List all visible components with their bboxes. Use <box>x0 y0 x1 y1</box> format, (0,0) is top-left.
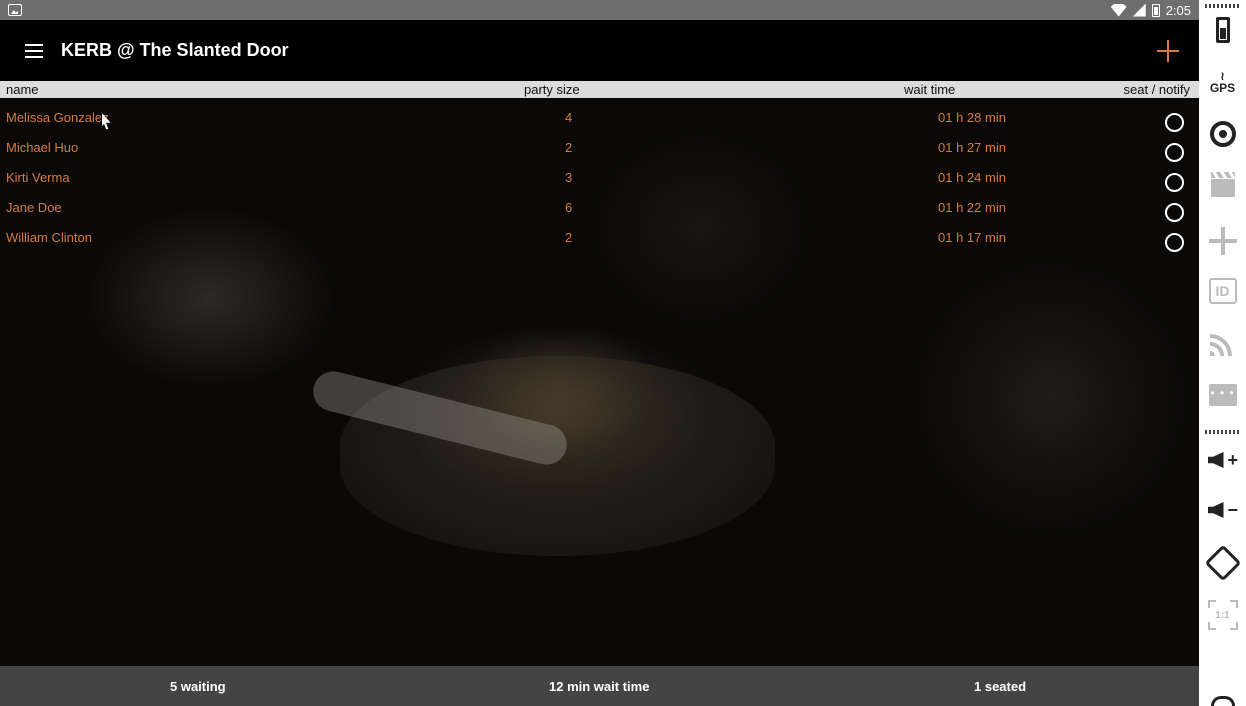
battery-tool-button[interactable] <box>1199 12 1246 48</box>
volume-down-button[interactable]: − <box>1199 494 1246 526</box>
emulator-toolbar: ≀ GPS ID + − 1:1 <box>1199 0 1246 706</box>
status-bar: 2:05 <box>0 0 1199 20</box>
table-row[interactable]: Melissa Gonzalez 4 01 h 28 min <box>0 102 1199 132</box>
guest-name: Kirti Verma <box>6 170 70 185</box>
id-icon: ID <box>1208 278 1237 304</box>
status-time: 2:05 <box>1165 2 1191 18</box>
menu-icon[interactable] <box>25 43 43 58</box>
gps-tool-button[interactable]: ≀ GPS <box>1199 66 1246 98</box>
seat-notify-radio[interactable] <box>1165 203 1184 222</box>
dpad-tool-button[interactable] <box>1199 224 1246 258</box>
add-icon[interactable] <box>1157 40 1179 62</box>
waiting-count: 5 waiting <box>170 678 226 694</box>
table-header: name party size wait time seat / notify <box>0 81 1199 98</box>
header-party-size: party size <box>524 82 580 97</box>
party-size: 3 <box>565 170 573 185</box>
battery-icon <box>1215 17 1230 43</box>
table-row[interactable]: Kirti Verma 3 01 h 24 min <box>0 162 1199 192</box>
app-title: KERB @ The Slanted Door <box>61 40 289 60</box>
back-button[interactable] <box>1199 692 1246 706</box>
wait-time: 01 h 27 min <box>938 140 1006 155</box>
back-icon <box>1210 696 1235 706</box>
wifi-icon <box>1110 3 1127 17</box>
clapperboard-icon <box>1210 172 1235 197</box>
party-size: 4 <box>565 110 573 125</box>
rss-icon <box>1209 330 1236 356</box>
average-wait-time: 12 min wait time <box>549 678 650 694</box>
seat-notify-radio[interactable] <box>1165 233 1184 252</box>
wait-time: 01 h 17 min <box>938 230 1006 245</box>
network-tool-button[interactable] <box>1199 326 1246 360</box>
rotate-icon <box>1204 544 1241 582</box>
footer-stats: 5 waiting 12 min wait time 1 seated <box>0 666 1199 706</box>
wait-time: 01 h 22 min <box>938 200 1006 215</box>
table-row[interactable]: Michael Huo 2 01 h 27 min <box>0 132 1199 162</box>
media-tool-button[interactable] <box>1199 170 1246 206</box>
guest-name: William Clinton <box>6 230 92 245</box>
guest-name: Jane Doe <box>6 200 62 215</box>
seat-notify-radio[interactable] <box>1165 113 1184 132</box>
volume-up-icon: + <box>1207 448 1238 472</box>
seat-notify-radio[interactable] <box>1165 143 1184 162</box>
wait-list: Melissa Gonzalez 4 01 h 28 min Michael H… <box>0 102 1199 252</box>
guest-name: Melissa Gonzalez <box>6 110 109 125</box>
party-size: 2 <box>565 140 573 155</box>
toolbar-divider <box>1205 430 1241 434</box>
sms-tool-button[interactable] <box>1199 378 1246 412</box>
header-name: name <box>6 82 39 97</box>
header-seat-notify: seat / notify <box>1123 82 1190 97</box>
gallery-icon <box>8 4 22 16</box>
rotate-button[interactable] <box>1199 544 1246 582</box>
battery-icon <box>1151 3 1160 17</box>
toolbar-grip <box>1205 4 1241 8</box>
guest-name: Michael Huo <box>6 140 79 155</box>
signal-icon <box>1132 3 1146 17</box>
table-row[interactable]: William Clinton 2 01 h 17 min <box>0 222 1199 252</box>
header-wait-time: wait time <box>904 82 956 97</box>
camera-tool-button[interactable] <box>1199 116 1246 152</box>
camera-icon <box>1209 121 1236 147</box>
scale-button[interactable]: 1:1 <box>1199 598 1246 632</box>
seated-count: 1 seated <box>974 678 1027 694</box>
volume-down-icon: − <box>1207 498 1238 522</box>
chat-icon <box>1208 384 1237 406</box>
move-icon <box>1208 227 1237 255</box>
wait-time: 01 h 24 min <box>938 170 1006 185</box>
id-tool-button[interactable]: ID <box>1199 274 1246 308</box>
party-size: 2 <box>565 230 573 245</box>
volume-up-button[interactable]: + <box>1199 444 1246 476</box>
wait-time: 01 h 28 min <box>938 110 1006 125</box>
gps-label: GPS <box>1209 81 1236 95</box>
party-size: 6 <box>565 200 573 215</box>
scale-icon: 1:1 <box>1207 600 1238 630</box>
seat-notify-radio[interactable] <box>1165 173 1184 192</box>
app-bar: KERB @ The Slanted Door <box>0 20 1199 81</box>
table-row[interactable]: Jane Doe 6 01 h 22 min <box>0 192 1199 222</box>
